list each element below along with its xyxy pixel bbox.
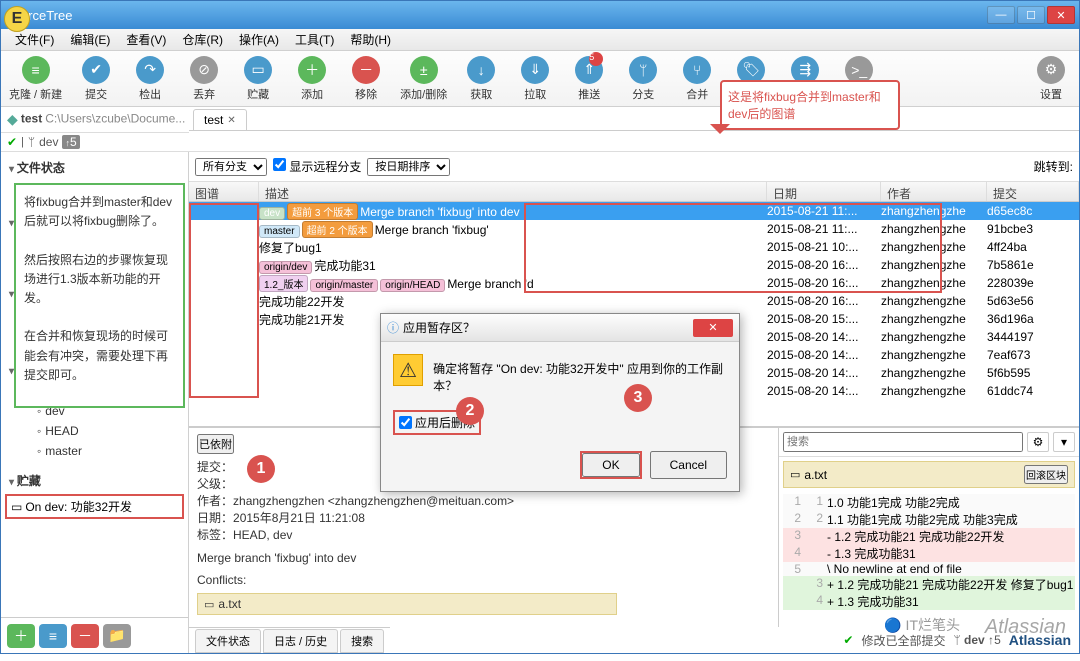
merge-button[interactable]: ⑂合并 [677,56,717,102]
grid-header: 图谱 描述 日期 作者 提交 [189,182,1079,202]
sidebar-remote-master[interactable]: ◦ master [1,441,188,461]
toolbar: ≡克隆 / 新建 ✔提交 ↷检出 ⊘丢弃 ▭贮藏 ＋添加 －移除 ±添加/删除 ↓获取 ⇓拉取 ⇑5… [1,51,1079,107]
dialog-close-button[interactable]: ✕ [693,319,733,337]
push-button[interactable]: ⇑5推送 [569,56,609,102]
menu-item[interactable]: 工具(T) [287,29,342,50]
commit-button[interactable]: ✔提交 [76,56,116,102]
checkout-icon: ↷ [136,56,164,84]
remove-button[interactable]: －移除 [346,56,386,102]
annotation-note-right: 这是将fixbug合并到master和dev后的图谱 [720,80,900,130]
commit-row[interactable]: 修复了bug12015-08-21 10:...zhangzhengzhe4ff… [189,238,1079,256]
step-marker-2: 2 [456,397,484,425]
commit-icon: ✔ [82,56,110,84]
section-filestatus[interactable]: 文件状态 [1,156,188,179]
addremove-button[interactable]: ±添加/删除 [400,56,447,102]
diff-pane: ⚙ ▾ ▭ a.txt 回滚区块 11 1.0 功能1完成 功能2完成22 1.… [779,428,1079,627]
close-button[interactable]: ✕ [1047,6,1075,24]
wechat-watermark: 🔵 IT烂笔头 [884,615,960,635]
bottom-tabs: 文件状态日志 / 历史搜索 [189,627,390,653]
diff-file-header[interactable]: ▭ a.txt 回滚区块 [783,461,1075,488]
push-icon: ⇑5 [575,56,603,84]
step-marker-3: 3 [624,384,652,412]
conflict-file[interactable]: ▭ a.txt [197,593,617,615]
settings-button[interactable]: ⚙ 设置 [1031,56,1071,102]
commit-row[interactable]: 1.2_版本origin/masterorigin/HEADMerge bran… [189,274,1079,292]
merge-icon: ⑂ [683,56,711,84]
clone-icon: ≡ [22,56,50,84]
repo-tab[interactable]: test✕ [193,109,247,130]
commit-row[interactable]: origin/dev完成功能312015-08-20 16:...zhangzh… [189,256,1079,274]
menu-item[interactable]: 编辑(E) [62,29,118,50]
warning-icon: ⚠ [393,354,423,386]
annotation-note-left: 将fixbug合并到master和dev后就可以将fixbug删除了。然后按照右… [14,183,185,408]
rollback-chunk-button[interactable]: 回滚区块 [1024,465,1068,484]
stash-icon: ▭ [11,500,22,514]
stash-icon: ▭ [244,56,272,84]
commit-row[interactable]: dev超前 3 个版本Merge branch 'fixbug' into de… [189,202,1079,220]
stash-item[interactable]: ▭On dev: 功能32开发 [5,494,184,519]
current-branch-mini: ✔ | ᛘdev ↑5 [1,133,189,151]
jump-label: 跳转到: [1034,158,1073,175]
diff-content: 11 1.0 功能1完成 功能2完成22 1.1 功能1完成 功能2完成 功能3… [779,492,1079,627]
menu-item[interactable]: 操作(A) [231,29,287,50]
bottom-tab[interactable]: 搜索 [340,629,384,653]
search-input[interactable] [783,432,1023,452]
atlassian-watermark: Atlassian [985,616,1066,639]
bottom-tab[interactable]: 文件状态 [195,629,261,653]
clone-button[interactable]: ≡克隆 / 新建 [9,56,62,102]
checkout-button[interactable]: ↷检出 [130,56,170,102]
deps-button[interactable]: 已依附 [197,434,234,454]
fetch-button[interactable]: ↓获取 [461,56,501,102]
commit-row[interactable]: master超前 2 个版本Merge branch 'fixbug'2015-… [189,220,1079,238]
minimize-button[interactable]: — [987,6,1015,24]
branch-filter[interactable]: 所有分支 [195,158,267,176]
gear-icon: ⚙ [1037,56,1065,84]
bottom-tab[interactable]: 日志 / 历史 [263,629,338,653]
sidebar-remote-head[interactable]: ◦ HEAD [1,421,188,441]
diff-settings-icon[interactable]: ⚙ [1027,432,1049,452]
pull-icon: ⇓ [521,56,549,84]
section-stashes[interactable]: 贮藏 [1,469,188,492]
pull-button[interactable]: ⇓拉取 [515,56,555,102]
titlebar: SourceTree — ☐ ✕ [1,1,1079,29]
remove-icon: － [352,56,380,84]
menubar: 文件(F)编辑(E)查看(V)仓库(R)操作(A)工具(T)帮助(H) [1,29,1079,51]
menu-item[interactable]: 查看(V) [118,29,174,50]
clone-mini-button[interactable]: ≡ [39,624,67,648]
menu-item[interactable]: 文件(F) [7,29,62,50]
branch-icon: ᛘ [629,56,657,84]
filter-bar: 所有分支 显示远程分支 按日期排序 跳转到: [189,152,1079,182]
discard-button[interactable]: ⊘丢弃 [184,56,224,102]
branch-button[interactable]: ᛘ分支 [623,56,663,102]
dialog-title: 应用暂存区？ [403,319,475,336]
info-icon: ⓘ [387,319,399,336]
repo-path: ◆ test C:\Users\zcube\Docume... [1,107,189,133]
add-icon: ＋ [298,56,326,84]
discard-icon: ⊘ [190,56,218,84]
close-tab-icon[interactable]: ✕ [227,115,235,126]
dialog-message: 确定将暂存 "On dev: 功能32开发中" 应用到你的工作副本？ [433,354,727,394]
fetch-icon: ↓ [467,56,495,84]
step-marker-1: 1 [247,455,275,483]
show-remote-toggle[interactable]: 显示远程分支 [273,158,361,175]
maximize-button[interactable]: ☐ [1017,6,1045,24]
add-repo-button[interactable]: ＋ [7,624,35,648]
stash-button[interactable]: ▭贮藏 [238,56,278,102]
folder-button[interactable]: 📁 [103,624,131,648]
addremove-icon: ± [410,56,438,84]
add-button[interactable]: ＋添加 [292,56,332,102]
menu-item[interactable]: 仓库(R) [174,29,231,50]
sidebar-footer: ＋ ≡ － 📁 [1,617,188,653]
dialog-titlebar: ⓘ 应用暂存区？ ✕ [381,314,739,342]
diff-menu-icon[interactable]: ▾ [1053,432,1075,452]
ok-button[interactable]: OK [582,453,639,477]
commit-row[interactable]: 完成功能22开发2015-08-20 16:...zhangzhengzhe5d… [189,292,1079,310]
window-title: SourceTree [5,8,987,23]
sort-select[interactable]: 按日期排序 [367,158,450,176]
cancel-button[interactable]: Cancel [650,451,727,479]
menu-item[interactable]: 帮助(H) [342,29,399,50]
apply-stash-dialog: ⓘ 应用暂存区？ ✕ ⚠ 确定将暂存 "On dev: 功能32开发中" 应用到… [380,313,740,492]
remove-repo-button[interactable]: － [71,624,99,648]
annotation-badge-e: E [4,6,30,32]
